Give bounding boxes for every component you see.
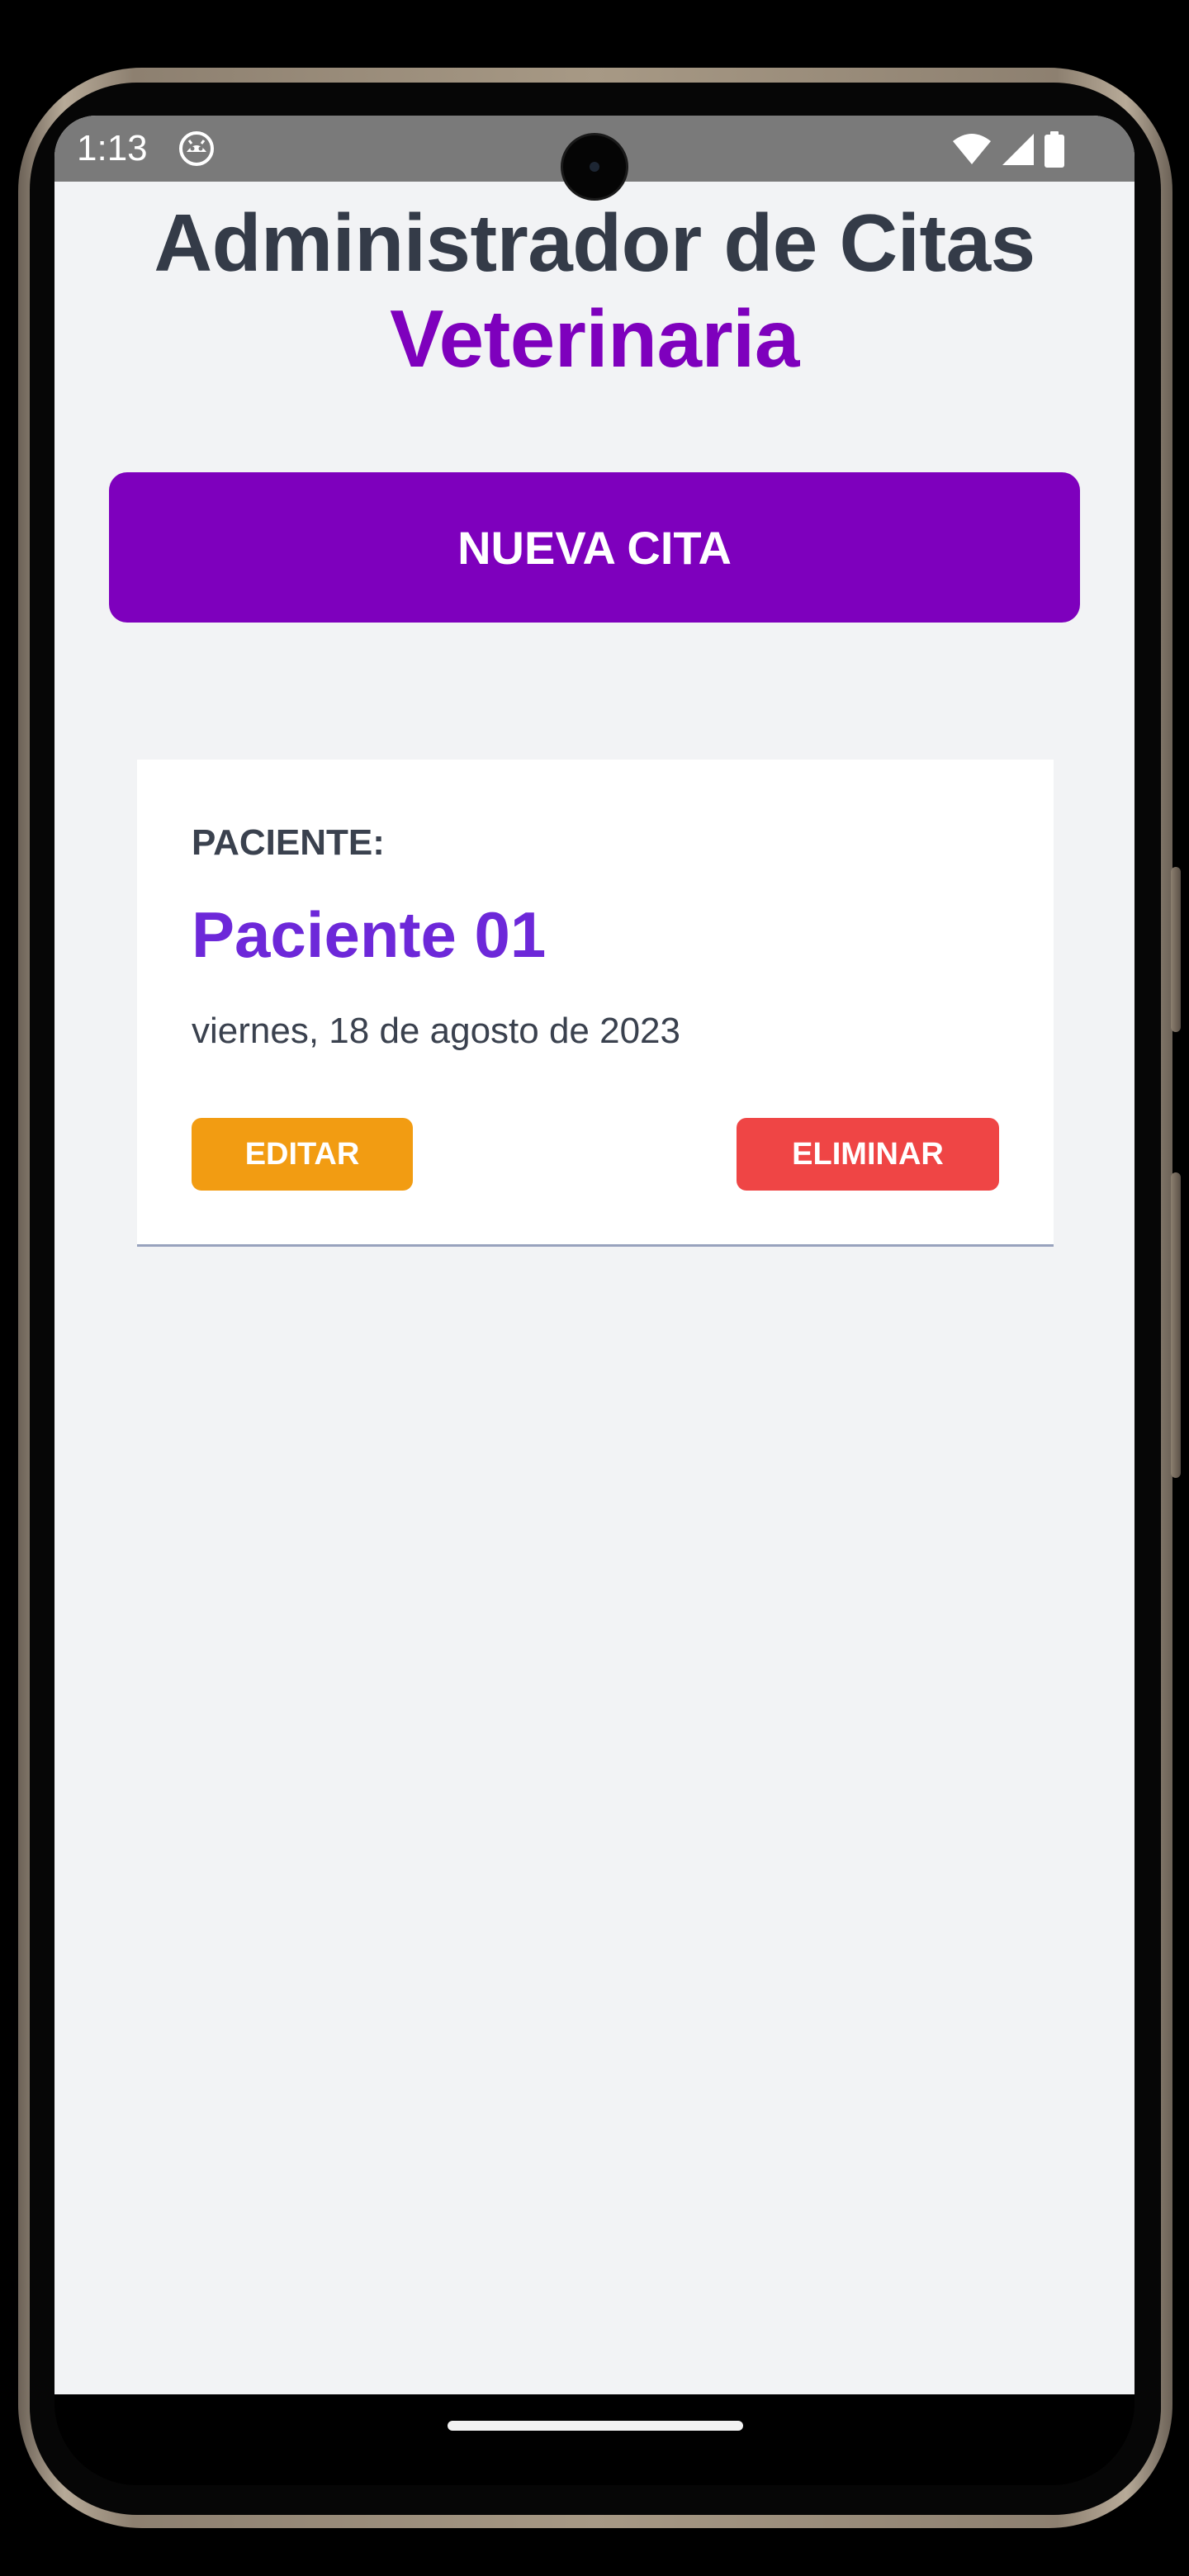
page-title: Administrador de Citas bbox=[154, 197, 1035, 288]
app-screen: 1:13 Administrador de Citas Veterinaria bbox=[54, 116, 1135, 2394]
delete-button[interactable]: ELIMINAR bbox=[737, 1118, 999, 1191]
new-appointment-button[interactable]: NUEVA CITA bbox=[109, 472, 1080, 623]
android-face-icon bbox=[179, 131, 214, 166]
appointment-date: viernes, 18 de agosto de 2023 bbox=[192, 1011, 681, 1051]
battery-icon bbox=[1045, 131, 1064, 168]
patient-label: PACIENTE: bbox=[192, 822, 385, 863]
gesture-nav-bar bbox=[54, 2394, 1135, 2485]
home-indicator[interactable] bbox=[448, 2421, 743, 2431]
appointment-card: PACIENTE: Paciente 01 viernes, 18 de ago… bbox=[137, 760, 1054, 1247]
signal-icon bbox=[1002, 134, 1034, 165]
camera-lens bbox=[590, 162, 599, 172]
power-button bbox=[1171, 867, 1181, 1032]
edit-button[interactable]: EDITAR bbox=[192, 1118, 413, 1191]
page-title-accent: Veterinaria bbox=[390, 293, 799, 384]
volume-button bbox=[1171, 1172, 1181, 1478]
front-camera bbox=[563, 135, 626, 198]
status-time: 1:13 bbox=[77, 128, 148, 168]
patient-name: Paciente 01 bbox=[192, 898, 547, 971]
status-icons bbox=[951, 130, 1065, 168]
wifi-icon bbox=[953, 134, 991, 164]
